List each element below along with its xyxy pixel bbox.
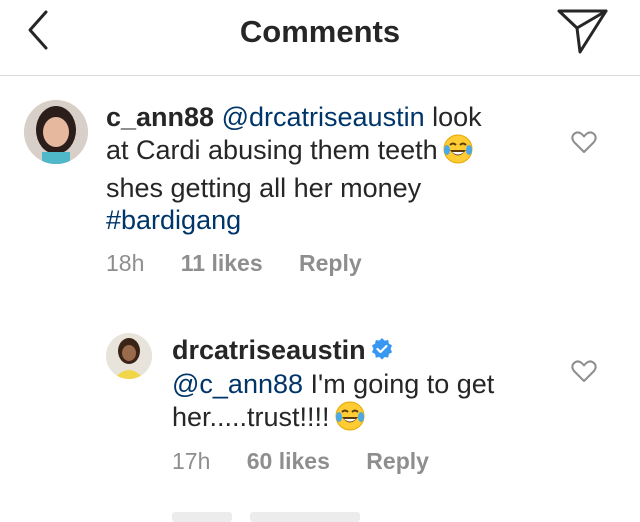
avatar[interactable]: [106, 333, 152, 379]
comment-likes[interactable]: 11 likes: [181, 250, 263, 276]
reply-button[interactable]: Reply: [366, 448, 429, 474]
comment-body-line2: her.....trust!!!!: [172, 402, 330, 432]
heart-outline-icon: [571, 131, 597, 153]
laughing-tears-emoji-icon: [442, 133, 474, 172]
reply-button[interactable]: Reply: [299, 250, 362, 276]
heart-outline-icon: [571, 360, 597, 382]
comment-body-line2: at Cardi abusing them teeth: [106, 135, 438, 165]
comment-text: c_ann88 @drcatriseaustin look at Cardi a…: [106, 101, 546, 236]
next-comment-preview: [172, 512, 232, 522]
comment-hashtag[interactable]: #bardigang: [106, 205, 241, 235]
comment-timestamp: 18h: [106, 250, 145, 276]
paper-plane-icon: [557, 9, 608, 54]
avatar[interactable]: [24, 100, 88, 164]
comment-timestamp: 17h: [172, 448, 211, 474]
next-comment-preview: [250, 512, 360, 522]
comment-mention[interactable]: @c_ann88: [172, 369, 303, 399]
like-button[interactable]: [570, 357, 598, 385]
comment-meta: 18h 11 likes Reply: [106, 250, 392, 277]
comment-body-line1: I'm going to get: [310, 369, 495, 399]
comment-body-line1: look: [432, 102, 482, 132]
share-button[interactable]: [556, 6, 610, 56]
laughing-tears-emoji-icon: [334, 400, 366, 439]
comment-username[interactable]: drcatriseaustin: [172, 335, 366, 365]
verified-badge-icon: [370, 336, 394, 368]
comment-mention[interactable]: @drcatriseaustin: [222, 102, 425, 132]
comment-text: drcatriseaustin @c_ann88 I'm going to ge…: [172, 334, 552, 439]
comment-likes[interactable]: 60 likes: [247, 448, 330, 474]
comment-meta: 17h 60 likes Reply: [172, 448, 459, 475]
comment-body-line3: shes getting all her money: [106, 173, 422, 203]
comment-username[interactable]: c_ann88: [106, 102, 214, 132]
page-title: Comments: [239, 14, 401, 49]
comments-header: Comments: [0, 0, 640, 76]
like-button[interactable]: [570, 128, 598, 156]
